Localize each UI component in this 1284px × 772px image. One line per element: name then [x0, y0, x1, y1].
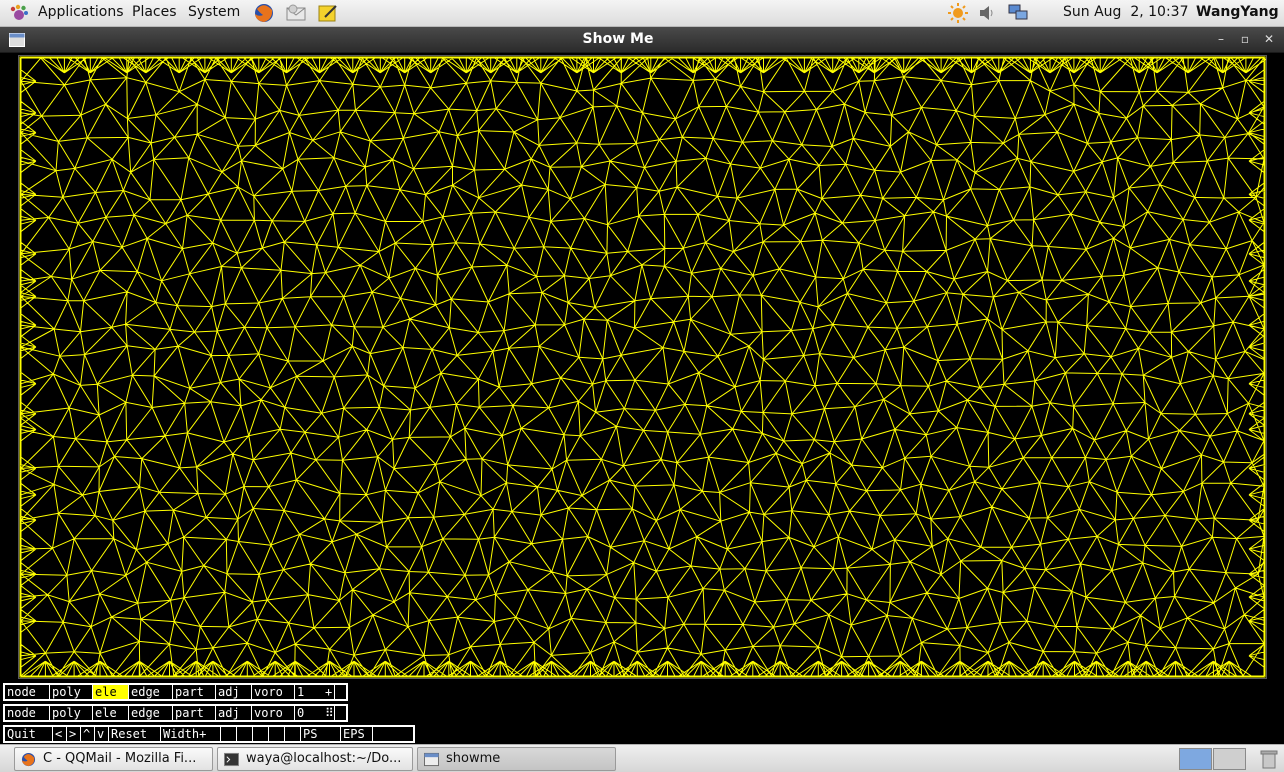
task-terminal[interactable]: waya@localhost:~/Do... — [217, 747, 413, 771]
control-button-edge[interactable]: edge — [129, 685, 173, 699]
control-button-blank[interactable] — [285, 727, 301, 741]
task-label: showme — [446, 751, 501, 766]
notes-launcher-icon[interactable] — [317, 3, 339, 23]
control-button-blank[interactable] — [269, 727, 285, 741]
control-button-v[interactable]: v — [95, 727, 109, 741]
window-icon — [424, 752, 439, 767]
top-panel: Applications Places System Sun Aug 2, 10… — [0, 0, 1284, 27]
control-button-adj[interactable]: adj — [216, 706, 252, 720]
task-label: C - QQMail - Mozilla Fi... — [43, 751, 197, 766]
control-button-symbol[interactable]: < — [53, 727, 67, 741]
task-label: waya@localhost:~/Do... — [246, 751, 402, 766]
control-button-symbol[interactable]: > — [67, 727, 81, 741]
control-button-blank[interactable] — [237, 727, 253, 741]
control-button-node[interactable]: node — [5, 685, 50, 699]
control-button-poly[interactable]: poly — [50, 706, 93, 720]
control-button-edge[interactable]: edge — [129, 706, 173, 720]
control-button-symbol[interactable]: ^ — [81, 727, 95, 741]
control-button-blank[interactable] — [221, 727, 237, 741]
window-titlebar[interactable]: Show Me – ▫ ✕ — [0, 27, 1284, 53]
workspace-2[interactable] — [1213, 748, 1246, 770]
control-button-width[interactable]: Width+ — [161, 727, 221, 741]
terminal-icon — [224, 752, 239, 767]
control-button-ps[interactable]: PS — [301, 727, 341, 741]
control-button-blank[interactable] — [253, 727, 269, 741]
menu-places[interactable]: Places — [132, 4, 177, 20]
window-title: Show Me — [582, 31, 654, 47]
mesh-canvas[interactable] — [18, 55, 1267, 679]
mesh-edges — [19, 56, 1266, 678]
control-button-part[interactable]: part — [173, 706, 216, 720]
control-button-reset[interactable]: Reset — [109, 727, 161, 741]
control-button-quit[interactable]: Quit — [5, 727, 53, 741]
minimize-icon[interactable]: – — [1213, 31, 1229, 47]
bottom-taskbar: C - QQMail - Mozilla Fi... waya@localhos… — [0, 744, 1284, 772]
control-button-voro[interactable]: voro — [252, 685, 295, 699]
control-button-ele[interactable]: ele — [93, 685, 129, 699]
volume-icon[interactable] — [978, 3, 998, 23]
trash-icon[interactable] — [1260, 749, 1278, 769]
task-firefox[interactable]: C - QQMail - Mozilla Fi... — [14, 747, 213, 771]
control-button-adj[interactable]: adj — [216, 685, 252, 699]
gnome-foot-icon[interactable] — [9, 4, 29, 24]
workspace-1[interactable] — [1179, 748, 1212, 770]
control-button-node[interactable]: node — [5, 706, 50, 720]
clock[interactable]: Sun Aug 2, 10:37 — [1063, 4, 1188, 20]
firefox-launcher-icon[interactable] — [253, 3, 275, 23]
task-showme[interactable]: showme — [417, 747, 616, 771]
control-button-symbol[interactable]: + — [325, 685, 335, 699]
control-button-voro[interactable]: voro — [252, 706, 295, 720]
control-button-poly[interactable]: poly — [50, 685, 93, 699]
close-icon[interactable]: ✕ — [1261, 31, 1277, 47]
weather-icon[interactable] — [948, 3, 968, 23]
network-icon[interactable] — [1008, 3, 1028, 23]
mesh-boundary — [19, 56, 1266, 678]
control-button-ele[interactable]: ele — [93, 706, 129, 720]
maximize-icon[interactable]: ▫ — [1237, 31, 1253, 47]
triangle-mesh — [19, 56, 1266, 678]
control-button-eps[interactable]: EPS — [341, 727, 373, 741]
control-row-3: Quit < > ^ v Reset Width+ PS EPS — [3, 725, 415, 743]
control-row-2: node poly ele edge part adj voro 0 ⠿ — [3, 704, 348, 722]
control-button-part[interactable]: part — [173, 685, 216, 699]
control-row-1: node poly ele edge part adj voro 1 + — [3, 683, 348, 701]
mail-launcher-icon[interactable] — [285, 3, 307, 23]
menu-applications[interactable]: Applications — [38, 4, 124, 20]
username[interactable]: WangYang — [1196, 4, 1279, 20]
firefox-icon — [21, 752, 36, 767]
control-button-symbol[interactable]: ⠿ — [325, 706, 335, 720]
menu-system[interactable]: System — [188, 4, 240, 20]
